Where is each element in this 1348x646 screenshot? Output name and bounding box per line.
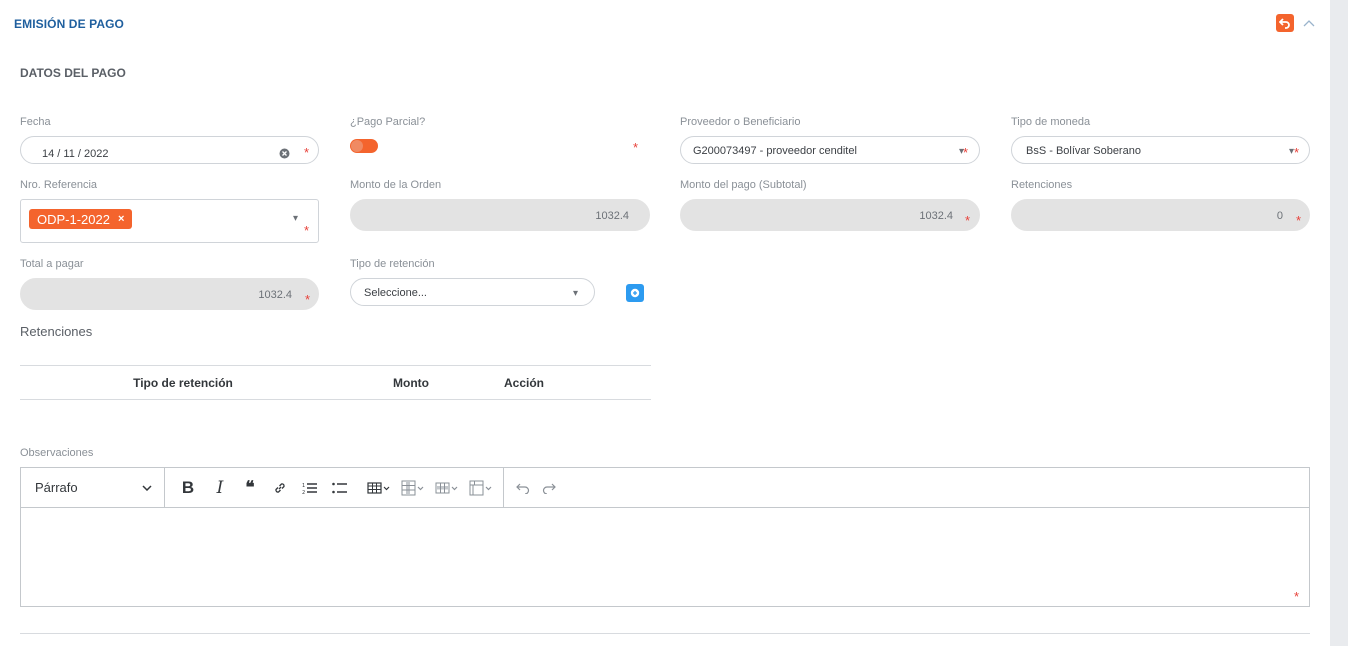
chevron-up-icon (1303, 20, 1315, 27)
paragraph-format-value: Párrafo (35, 480, 78, 495)
scrollbar[interactable] (1330, 0, 1348, 646)
section-title: DATOS DEL PAGO (20, 66, 126, 80)
editor-content-area[interactable]: * (21, 508, 1309, 606)
paragraph-format-select[interactable]: Párrafo (21, 467, 165, 508)
moneda-value: BsS - Bolívar Soberano (1026, 145, 1141, 157)
pago-parcial-toggle[interactable] (350, 139, 378, 153)
moneda-select[interactable]: BsS - Bolívar Soberano ▾ * (1011, 136, 1310, 164)
retenciones-table: Tipo de retención Monto Acción (20, 365, 651, 400)
pago-parcial-label: ¿Pago Parcial? (350, 116, 426, 128)
tag-remove-icon[interactable]: × (118, 213, 124, 225)
moneda-label: Tipo de moneda (1011, 116, 1091, 128)
observaciones-editor: Párrafo B I ❝ 12 * (20, 467, 1310, 607)
svg-text:2: 2 (302, 490, 305, 495)
required-mark: * (1294, 145, 1300, 160)
toolbar-divider (503, 467, 504, 508)
dropdown-arrow-icon[interactable]: ▾ (293, 213, 298, 224)
add-retencion-button[interactable] (626, 284, 644, 302)
required-mark: * (304, 223, 310, 238)
referencia-tag: ODP-1-2022 × (29, 209, 133, 229)
insert-table-icon[interactable] (365, 474, 395, 502)
monto-orden-label: Monto de la Orden (350, 179, 442, 191)
referencia-tag-label: ODP-1-2022 (37, 211, 110, 227)
required-mark: * (1294, 589, 1300, 604)
total-value: 1032.4 (258, 289, 292, 301)
table-row-icon[interactable] (433, 474, 463, 502)
monto-pago-value: 1032.4 (919, 210, 953, 222)
column-header-tipo: Tipo de retención (20, 365, 346, 400)
merge-cells-icon[interactable] (467, 474, 497, 502)
proveedor-value: G200073497 - proveedor cenditel (693, 145, 857, 157)
total-input: 1032.4 * (20, 278, 319, 310)
link-icon[interactable] (269, 474, 291, 502)
retenciones-value: 0 (1276, 210, 1283, 222)
monto-pago-label: Monto del pago (Subtotal) (680, 179, 807, 191)
required-mark: * (965, 213, 971, 228)
italic-icon[interactable]: I (209, 474, 231, 502)
tipo-retencion-placeholder: Seleccione... (364, 287, 427, 299)
required-mark: * (633, 140, 639, 155)
dropdown-arrow-icon: ▾ (573, 288, 579, 299)
collapse-button[interactable] (1300, 14, 1318, 32)
fecha-label: Fecha (20, 116, 51, 128)
numbered-list-icon[interactable]: 12 (299, 474, 321, 502)
observaciones-label: Observaciones (20, 447, 94, 459)
total-label: Total a pagar (20, 258, 84, 270)
required-mark: * (963, 145, 969, 160)
referencia-label: Nro. Referencia (20, 179, 98, 191)
fecha-input[interactable]: 14 / 11 / 2022 * (20, 136, 319, 164)
column-header-accion: Acción (476, 365, 651, 400)
chevron-down-icon (142, 484, 152, 491)
divider (20, 633, 1310, 634)
undo-icon (1279, 18, 1290, 29)
svg-text:1: 1 (302, 483, 305, 489)
bulleted-list-icon[interactable] (329, 474, 351, 502)
proveedor-label: Proveedor o Beneficiario (680, 116, 801, 128)
fecha-value: 14 / 11 / 2022 (42, 148, 109, 160)
tipo-retencion-select[interactable]: Seleccione... ▾ (350, 278, 595, 306)
retenciones-table-title: Retenciones (20, 324, 93, 339)
monto-orden-input: 1032.4 (350, 199, 650, 231)
proveedor-select[interactable]: G200073497 - proveedor cenditel ▾ * (680, 136, 980, 164)
retenciones-label: Retenciones (1011, 179, 1073, 191)
tipo-retencion-label: Tipo de retención (350, 258, 435, 270)
card-title: EMISIÓN DE PAGO (14, 17, 124, 31)
back-button[interactable] (1276, 14, 1294, 32)
clear-icon[interactable] (279, 148, 290, 159)
required-mark: * (305, 292, 311, 307)
monto-pago-input: 1032.4 * (680, 199, 980, 231)
table-column-icon[interactable] (399, 474, 429, 502)
required-mark: * (1296, 213, 1302, 228)
payment-card: EMISIÓN DE PAGO DATOS DEL PAGO Fecha 14 … (0, 0, 1330, 646)
blockquote-icon[interactable]: ❝ (239, 474, 261, 502)
redo-icon[interactable] (538, 474, 560, 502)
referencia-multiselect[interactable]: ODP-1-2022 × ▾ * (20, 199, 319, 243)
retenciones-input: 0 * (1011, 199, 1310, 231)
monto-orden-value: 1032.4 (595, 210, 629, 222)
required-mark: * (304, 145, 310, 160)
editor-toolbar: Párrafo B I ❝ 12 (21, 467, 1309, 508)
plus-circle-icon (630, 288, 640, 298)
undo-icon[interactable] (512, 474, 534, 502)
bold-icon[interactable]: B (177, 474, 199, 502)
column-header-monto: Monto (346, 365, 476, 400)
